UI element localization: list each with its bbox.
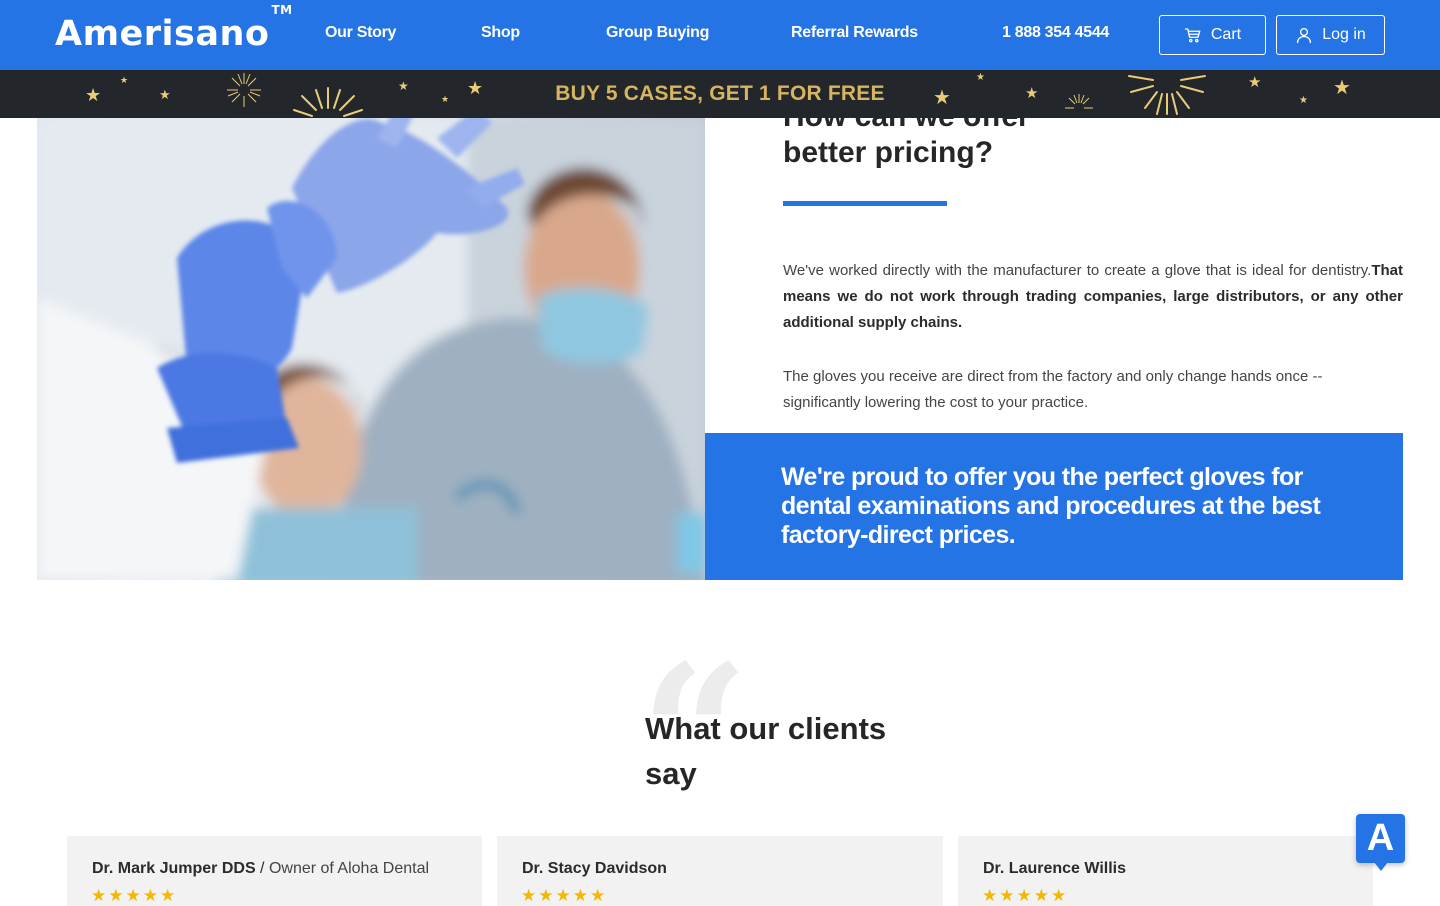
testimonials-title: What our clients say <box>645 711 887 791</box>
cart-button[interactable]: Cart <box>1159 15 1266 55</box>
rating-stars-icon: ★★★★★ <box>521 886 608 905</box>
rating-stars-icon: ★★★★★ <box>91 886 178 905</box>
nav-phone-number[interactable]: 1 888 354 4544 <box>1002 24 1109 42</box>
factory-paragraph: The gloves you receive are direct from t… <box>783 368 1323 411</box>
heading-underline <box>783 201 947 206</box>
rating-stars-icon: ★★★★★ <box>982 886 1069 905</box>
brand-logo[interactable]: AmerisanoTM <box>55 3 293 54</box>
nav-referral-rewards[interactable]: Referral Rewards <box>791 24 918 42</box>
testimonial-card: Dr. Laurence Willis ★★★★★ <box>958 836 1373 906</box>
login-label: Log in <box>1322 26 1366 43</box>
section-heading: better pricing? <box>783 136 994 169</box>
promo-text: BUY 5 CASES, GET 1 FOR FREE <box>555 82 885 105</box>
promo-banner[interactable]: ★ ★ ★ ★ ★ ★ ★ ★ ★ ★ ★ ★ BUY 5 CASES, GET… <box>0 70 1440 118</box>
testimonial-card: Dr. Stacy Davidson ★★★★★ <box>497 836 943 906</box>
testimonial-card: Dr. Mark Jumper DDS / Owner of Aloha Den… <box>67 836 482 906</box>
dentist-gloves-photo <box>37 118 705 580</box>
cart-label: Cart <box>1210 26 1242 43</box>
cart-icon <box>1184 28 1201 43</box>
user-icon <box>1297 27 1312 44</box>
nav-shop[interactable]: Shop <box>481 24 520 42</box>
top-navbar: AmerisanoTM Our Story Shop Group Buying … <box>0 0 1440 70</box>
nav-group-buying[interactable]: Group Buying <box>606 24 709 42</box>
testimonial-author: Dr. Laurence Willis <box>983 860 1127 877</box>
testimonial-author: Dr. Stacy Davidson <box>522 860 667 877</box>
section-heading-clipped: How can we offer <box>783 118 1083 128</box>
testimonial-author: Dr. Mark Jumper DDS / Owner of Aloha Den… <box>92 860 430 877</box>
callout-text: We're proud to offer you the perfect glo… <box>781 463 1321 549</box>
intro-paragraph: We've worked directly with the manufactu… <box>783 258 1403 336</box>
callout-banner: We're proud to offer you the perfect glo… <box>705 433 1403 580</box>
login-button[interactable]: Log in <box>1276 15 1385 55</box>
nav-our-story[interactable]: Our Story <box>325 24 396 42</box>
intro-plain-text: We've worked directly with the manufactu… <box>783 262 1372 279</box>
chat-widget-button[interactable]: A <box>1356 814 1405 871</box>
